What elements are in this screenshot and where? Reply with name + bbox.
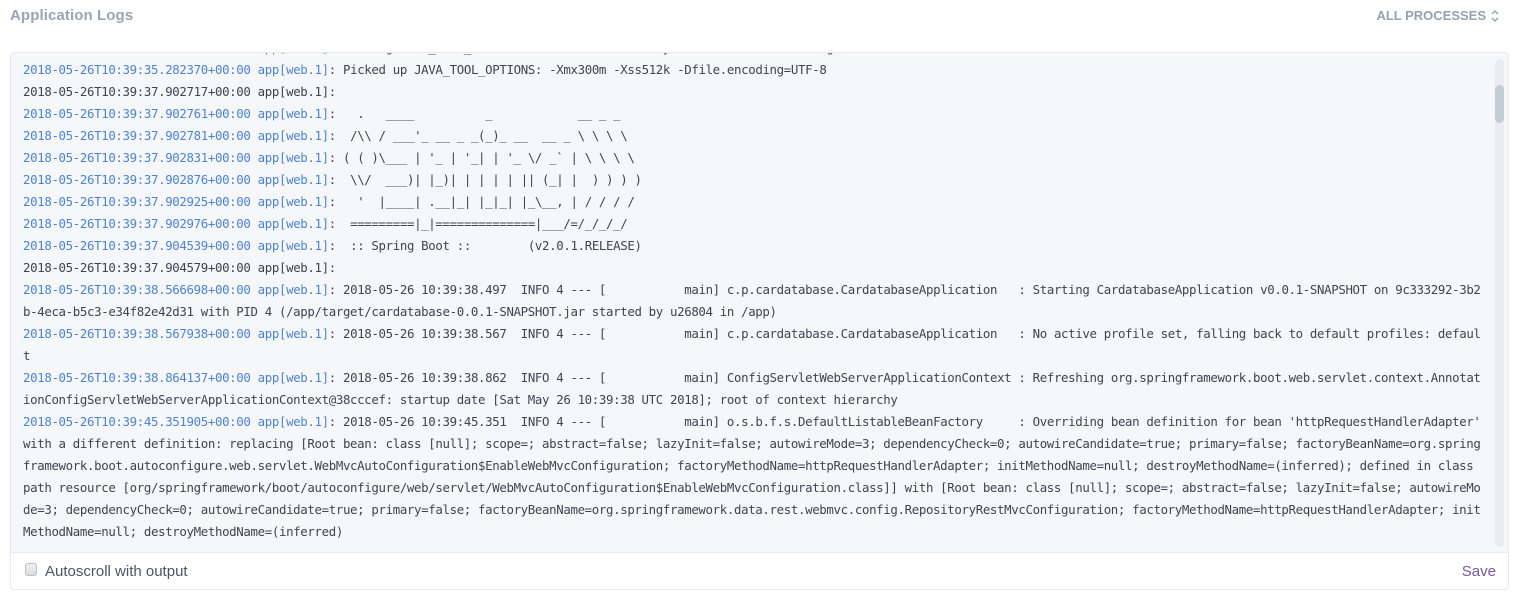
log-source: app[web.1] bbox=[257, 260, 329, 275]
log-timestamp: 2018-05-26T10:39:37.902925+00:00 bbox=[23, 194, 251, 209]
log-timestamp: 2018-05-26T10:39:35.000000+00:00 bbox=[23, 53, 251, 55]
log-line: 2018-05-26T10:39:37.904579+00:00 app[web… bbox=[23, 257, 1484, 279]
log-timestamp: 2018-05-26T10:39:37.902976+00:00 bbox=[23, 216, 251, 231]
log-source: app[web.1] bbox=[257, 172, 329, 187]
log-source: app[web.1] bbox=[257, 282, 329, 297]
log-timestamp: 2018-05-26T10:39:37.902781+00:00 bbox=[23, 128, 251, 143]
log-timestamp: 2018-05-26T10:39:38.567938+00:00 bbox=[23, 326, 251, 341]
log-line: 2018-05-26T10:39:37.902781+00:00 app[web… bbox=[23, 125, 1484, 147]
log-line: 2018-05-26T10:39:37.902976+00:00 app[web… bbox=[23, 213, 1484, 235]
process-filter-label: ALL PROCESSES bbox=[1376, 8, 1486, 23]
logs-panel: 2018-05-26T10:39:35.000000+00:00 app[web… bbox=[10, 52, 1509, 590]
log-timestamp: 2018-05-26T10:39:35.282370+00:00 bbox=[23, 62, 251, 77]
log-source: app[web.1] bbox=[257, 216, 329, 231]
log-line: 2018-05-26T10:39:37.904539+00:00 app[web… bbox=[23, 235, 1484, 257]
log-source: app[web.1] bbox=[257, 128, 329, 143]
process-filter-dropdown[interactable]: ALL PROCESSES bbox=[1376, 8, 1500, 23]
log-timestamp: 2018-05-26T10:39:38.566698+00:00 bbox=[23, 282, 251, 297]
page-title: Application Logs bbox=[10, 7, 134, 24]
log-line: 2018-05-26T10:39:37.902717+00:00 app[web… bbox=[23, 81, 1484, 103]
log-line: 2018-05-26T10:39:37.902876+00:00 app[web… bbox=[23, 169, 1484, 191]
log-line: 2018-05-26T10:39:37.902831+00:00 app[web… bbox=[23, 147, 1484, 169]
log-scrollbar[interactable] bbox=[1495, 59, 1504, 547]
log-line: 2018-05-26T10:39:38.864137+00:00 app[web… bbox=[23, 367, 1484, 411]
log-line: 2018-05-26T10:39:38.566698+00:00 app[web… bbox=[23, 279, 1484, 323]
log-timestamp: 2018-05-26T10:39:45.351905+00:00 bbox=[23, 414, 251, 429]
log-message: : \\/ ___)| |_)| | | | | || (_| | ) ) ) … bbox=[328, 172, 642, 187]
logs-header: Application Logs ALL PROCESSES bbox=[10, 0, 1500, 34]
logs-footer: Autoscroll with output Save bbox=[11, 553, 1508, 589]
log-line: 2018-05-26T10:39:38.567938+00:00 app[web… bbox=[23, 323, 1484, 367]
log-line: 2018-05-26T10:39:35.282370+00:00 app[web… bbox=[23, 59, 1484, 81]
log-source: app[web.1] bbox=[257, 106, 329, 121]
log-message: : bbox=[328, 260, 336, 275]
log-source: app[web.1] bbox=[257, 62, 329, 77]
log-message: : /\\ / ___'_ __ _ _(_)_ __ __ _ \ \ \ \ bbox=[328, 128, 628, 143]
save-button[interactable]: Save bbox=[1462, 563, 1496, 580]
log-message: : 2018-05-26 10:39:45.351 INFO 4 --- [ m… bbox=[23, 414, 1488, 539]
log-line: 2018-05-26T10:39:37.902925+00:00 app[web… bbox=[23, 191, 1484, 213]
log-timestamp: 2018-05-26T10:39:37.902717+00:00 bbox=[23, 84, 251, 99]
log-line: 2018-05-26T10:39:37.902761+00:00 app[web… bbox=[23, 103, 1484, 125]
log-timestamp: 2018-05-26T10:39:37.902761+00:00 bbox=[23, 106, 251, 121]
log-source: app[web.1] bbox=[257, 194, 329, 209]
log-message: : :: Spring Boot :: (v2.0.1.RELEASE) bbox=[328, 238, 642, 253]
log-timestamp: 2018-05-26T10:39:37.904539+00:00 bbox=[23, 238, 251, 253]
log-source: app[web.1] bbox=[257, 238, 329, 253]
log-timestamp: 2018-05-26T10:39:37.904579+00:00 bbox=[23, 260, 251, 275]
log-source: app[web.1] bbox=[257, 414, 329, 429]
autoscroll-checkbox[interactable] bbox=[25, 563, 37, 576]
log-source: app[web.1] bbox=[257, 84, 329, 99]
log-output[interactable]: 2018-05-26T10:39:35.000000+00:00 app[web… bbox=[11, 53, 1508, 553]
autoscroll-toggle[interactable]: Autoscroll with output bbox=[25, 563, 188, 580]
log-source: app[web.1] bbox=[257, 326, 329, 341]
log-source: app[web.1] bbox=[258, 53, 329, 55]
log-message: : . ____ _ __ _ _ bbox=[328, 106, 621, 121]
autoscroll-label: Autoscroll with output bbox=[45, 563, 188, 580]
log-source: app[web.1] bbox=[257, 150, 329, 165]
log-message: : bbox=[328, 84, 336, 99]
log-scrollbar-thumb[interactable] bbox=[1495, 85, 1504, 123]
log-message: : ( ( )\___ | '_ | '_| | '_ \/ _` | \ \ … bbox=[328, 150, 635, 165]
log-line: 2018-05-26T10:39:45.351905+00:00 app[web… bbox=[23, 411, 1484, 543]
log-timestamp: 2018-05-26T10:39:38.864137+00:00 bbox=[23, 370, 251, 385]
log-source: app[web.1] bbox=[257, 370, 329, 385]
log-message: : Setting JAVA_TOOL_OPTIONS defaults bas… bbox=[329, 53, 983, 55]
log-message: : =========|_|==============|___/=/_/_/_… bbox=[328, 216, 628, 231]
updown-chevron-icon bbox=[1490, 9, 1500, 23]
log-message: : Picked up JAVA_TOOL_OPTIONS: -Xmx300m … bbox=[328, 62, 827, 77]
log-message: : ' |____| .__|_| |_|_| |_\__, | / / / / bbox=[328, 194, 635, 209]
log-timestamp: 2018-05-26T10:39:37.902876+00:00 bbox=[23, 172, 251, 187]
log-timestamp: 2018-05-26T10:39:37.902831+00:00 bbox=[23, 150, 251, 165]
log-lines: 2018-05-26T10:39:35.000000+00:00 app[web… bbox=[23, 53, 1484, 543]
